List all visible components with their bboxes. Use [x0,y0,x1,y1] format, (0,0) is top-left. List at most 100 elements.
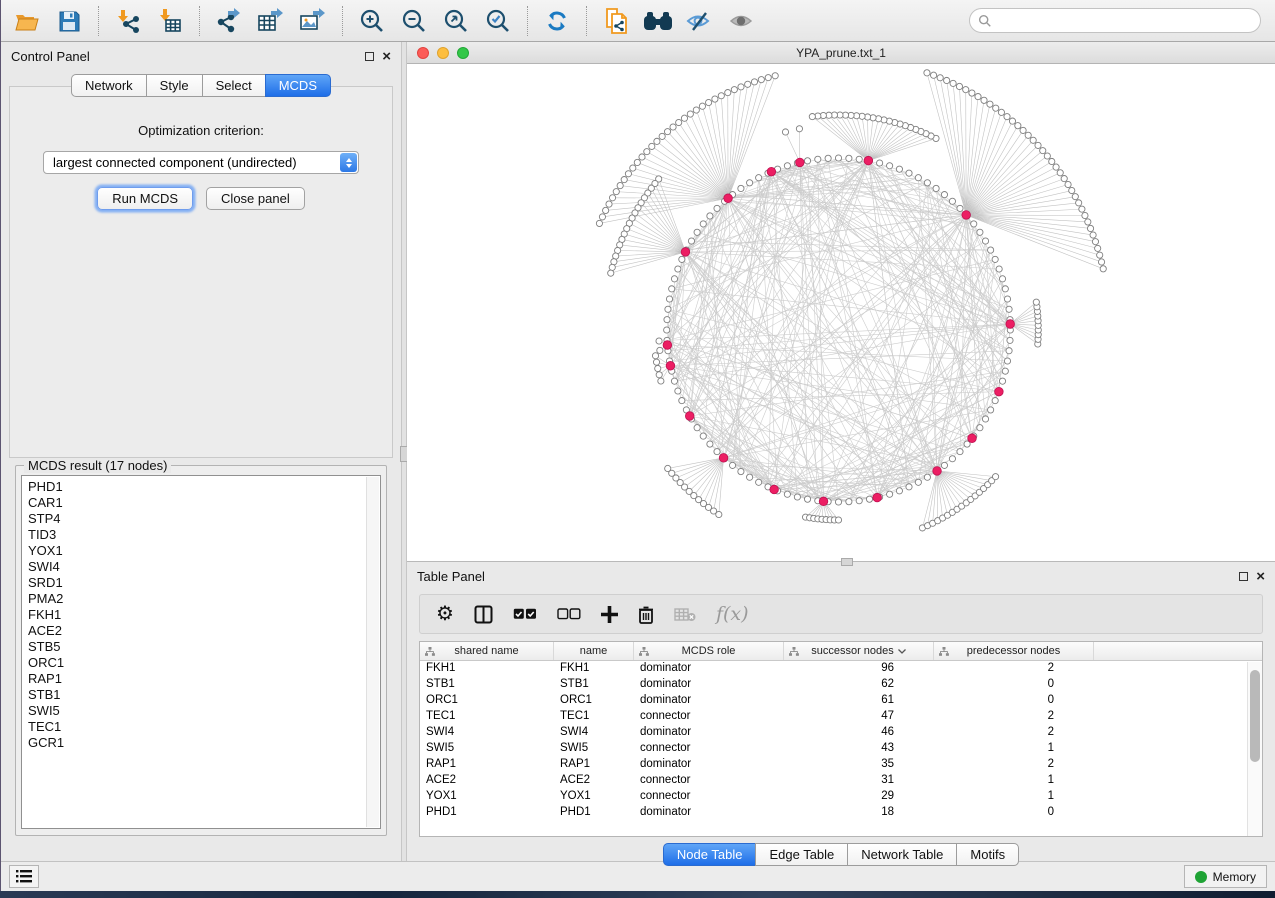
table-cell[interactable]: connector [634,709,784,725]
network-leaf-node[interactable] [1015,123,1021,129]
network-node[interactable] [982,238,988,244]
mcds-result-item[interactable]: STB5 [28,639,380,655]
mcds-result-item[interactable]: ACE2 [28,623,380,639]
table-settings-gear-icon[interactable]: ⚙ [436,604,454,624]
network-node[interactable] [707,441,713,447]
mcds-result-item[interactable]: CAR1 [28,495,380,511]
table-row[interactable]: ORC1ORC1dominator610 [420,693,1262,709]
network-leaf-node[interactable] [944,77,950,83]
table-row[interactable]: SWI4SWI4dominator462 [420,725,1262,741]
zoom-fit-button[interactable] [438,4,474,38]
network-mcds-node[interactable] [724,194,733,203]
import-network-button[interactable] [110,4,146,38]
network-node[interactable] [671,276,677,282]
show-log-button[interactable] [9,865,39,888]
network-node[interactable] [747,180,753,186]
network-leaf-node[interactable] [681,115,687,121]
mcds-result-item[interactable]: TEC1 [28,719,380,735]
table-cell[interactable]: 31 [784,773,934,789]
network-leaf-node[interactable] [609,264,615,270]
delete-column-icon[interactable] [638,605,654,624]
float-table-panel-icon[interactable] [1239,572,1248,581]
export-image-button[interactable] [295,4,331,38]
network-node[interactable] [738,468,744,474]
network-node[interactable] [915,479,921,485]
network-node[interactable] [982,416,988,422]
network-leaf-node[interactable] [664,129,670,135]
tab-network[interactable]: Network [71,74,146,97]
network-node[interactable] [846,155,852,161]
table-cell[interactable]: 2 [934,661,1094,677]
network-leaf-node[interactable] [796,126,802,132]
horizontal-splitter-grip[interactable] [841,558,853,566]
network-leaf-node[interactable] [706,99,712,105]
table-cell[interactable]: STB1 [420,677,554,693]
mcds-result-item[interactable]: ORC1 [28,655,380,671]
table-row[interactable]: RAP1RAP1dominator352 [420,757,1262,773]
mcds-result-list[interactable]: PHD1CAR1STP4TID3YOX1SWI4SRD1PMA2FKH1ACE2… [21,475,381,829]
table-cell[interactable]: dominator [634,725,784,741]
network-node[interactable] [957,449,963,455]
network-leaf-node[interactable] [1025,132,1031,138]
network-node[interactable] [700,221,706,227]
network-leaf-node[interactable] [630,165,636,171]
network-node[interactable] [714,205,720,211]
network-mcds-node[interactable] [962,211,971,220]
network-node[interactable] [941,192,947,198]
network-leaf-node[interactable] [611,259,617,265]
close-panel-icon[interactable]: × [382,52,391,61]
network-leaf-node[interactable] [670,124,676,130]
network-node[interactable] [675,388,681,394]
network-node[interactable] [688,238,694,244]
table-cell[interactable]: 46 [784,725,934,741]
network-node[interactable] [866,496,872,502]
network-leaf-node[interactable] [652,353,658,359]
network-leaf-node[interactable] [1009,118,1015,124]
table-cell[interactable]: 47 [784,709,934,725]
network-leaf-node[interactable] [1095,245,1101,251]
table-cell[interactable]: dominator [634,693,784,709]
network-node[interactable] [856,156,862,162]
network-mcds-node[interactable] [681,248,690,257]
table-cell[interactable]: 0 [934,693,1094,709]
table-row[interactable]: STB1STB1dominator620 [420,677,1262,693]
table-cell[interactable]: 1 [934,773,1094,789]
table-cell[interactable]: ACE2 [554,773,634,789]
network-node[interactable] [887,491,893,497]
network-leaf-node[interactable] [1061,176,1067,182]
network-mcds-node[interactable] [767,167,776,176]
network-leaf-node[interactable] [758,77,764,83]
table-cell[interactable]: SWI4 [420,725,554,741]
network-node[interactable] [977,425,983,431]
network-node[interactable] [666,296,672,302]
network-leaf-node[interactable] [1079,206,1085,212]
network-mcds-node[interactable] [933,467,942,476]
network-mcds-node[interactable] [995,387,1004,396]
network-leaf-node[interactable] [731,87,737,93]
network-node[interactable] [669,286,675,292]
network-node[interactable] [714,449,720,455]
network-node[interactable] [1007,337,1013,343]
table-cell[interactable]: FKH1 [420,661,554,677]
network-leaf-node[interactable] [1076,200,1082,206]
table-cell[interactable]: PHD1 [554,805,634,821]
mcds-result-item[interactable]: GCR1 [28,735,380,751]
network-node[interactable] [887,163,893,169]
network-mcds-node[interactable] [873,493,882,502]
network-node[interactable] [679,256,685,262]
network-node[interactable] [992,397,998,403]
network-node[interactable] [999,276,1005,282]
run-mcds-button[interactable]: Run MCDS [97,187,193,210]
network-leaf-node[interactable] [693,107,699,113]
network-node[interactable] [665,306,671,312]
network-node[interactable] [664,317,670,323]
search-field[interactable] [969,8,1261,33]
network-node[interactable] [915,175,921,181]
table-cell[interactable]: connector [634,741,784,757]
network-leaf-node[interactable] [1020,127,1026,133]
network-node[interactable] [1004,296,1010,302]
table-cell[interactable]: SWI5 [420,741,554,757]
network-leaf-node[interactable] [649,143,655,149]
network-node[interactable] [977,229,983,235]
network-leaf-node[interactable] [751,79,757,85]
